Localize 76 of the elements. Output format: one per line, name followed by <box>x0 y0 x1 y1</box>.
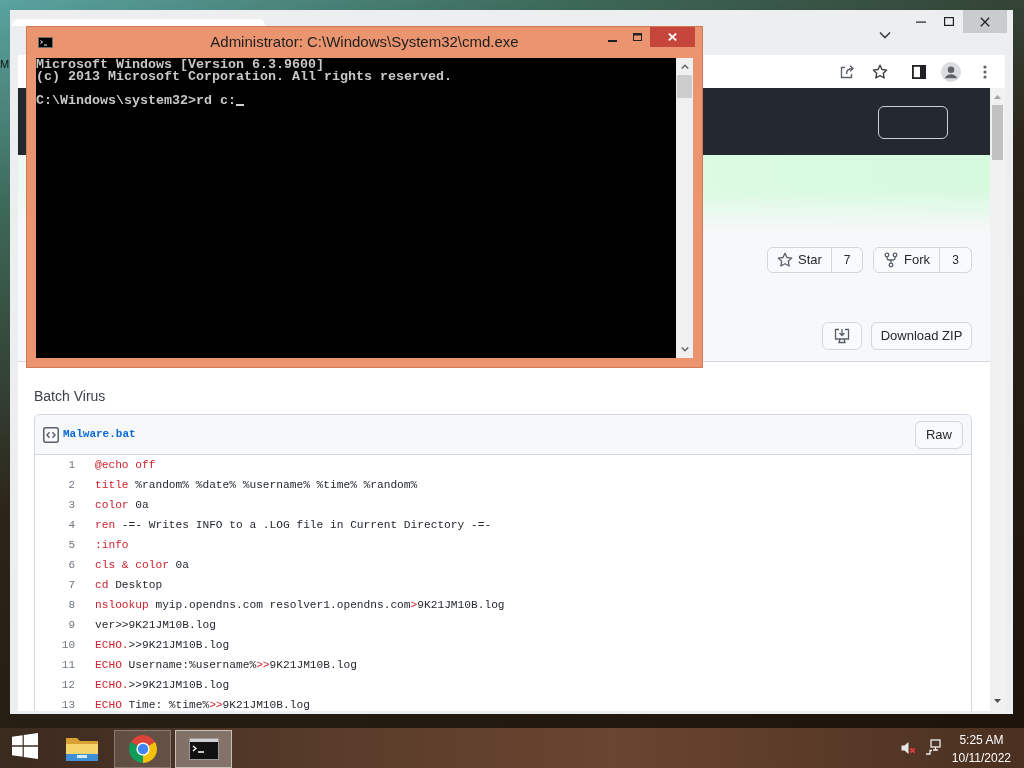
desktop-download-icon <box>834 328 850 344</box>
minimize-icon <box>916 20 926 23</box>
description-text: Batch Virus <box>34 387 106 406</box>
terminal-icon <box>38 37 53 48</box>
star-button[interactable]: Star <box>767 247 832 273</box>
line-number: 3 <box>68 497 75 513</box>
star-icon[interactable] <box>872 63 888 80</box>
code-line: ECHO Username:%username%>>9K21JM10B.log <box>95 657 357 673</box>
taskbar-button[interactable] <box>114 730 171 768</box>
line-number: 5 <box>68 537 75 553</box>
speaker-icon[interactable] <box>899 740 916 756</box>
scrollbar-track[interactable] <box>676 58 693 358</box>
code-line: :info <box>95 537 129 553</box>
minimize-icon <box>607 40 617 42</box>
code-line: ren -=- Writes INFO to a .LOG file in Current Directory -=- <box>95 517 492 533</box>
close-icon <box>980 16 990 27</box>
scroll-down-icon[interactable] <box>680 347 689 352</box>
scrollbar-thumb[interactable] <box>992 105 1003 160</box>
clock-date: 10/11/2022 <box>951 750 1011 767</box>
code-line: title %random% %date% %username% %time% %random% <box>95 477 418 493</box>
file-name-link[interactable]: Malware.bat <box>63 426 136 443</box>
code-icon <box>43 426 59 443</box>
line-number: 2 <box>68 477 75 493</box>
chevron-down-icon[interactable] <box>879 31 891 39</box>
scroll-up-icon[interactable] <box>680 64 689 69</box>
profile-icon[interactable] <box>941 61 961 82</box>
side-panel-icon[interactable] <box>912 64 926 79</box>
menu-icon[interactable] <box>983 64 987 79</box>
fork-button[interactable]: Fork <box>873 247 940 273</box>
line-number: 4 <box>68 517 75 533</box>
cut-off-text: M <box>0 59 10 70</box>
line-number: 7 <box>68 577 75 593</box>
close-icon <box>668 33 677 41</box>
star-icon <box>777 252 794 268</box>
clock-time: 5:25 AM <box>959 732 1004 749</box>
console-line: Microsoft Windows [Version 6.3.9600] <box>36 59 324 71</box>
close-button[interactable] <box>650 27 695 47</box>
share-icon[interactable] <box>839 63 855 80</box>
line-number: 9 <box>68 617 75 633</box>
line-number: 13 <box>61 697 75 711</box>
raw-button[interactable]: Raw <box>915 420 963 449</box>
scrollbar-thumb[interactable] <box>677 75 692 98</box>
line-number: 1 <box>68 457 75 473</box>
line-number: 10 <box>61 637 75 653</box>
code-line: ECHO.>>9K21JM10B.log <box>95 677 230 693</box>
console-line: (c) 2013 Microsoft Corporation. All rights reserved. <box>36 71 452 83</box>
line-number: 12 <box>61 677 75 693</box>
code-line: cd Desktop <box>95 577 163 593</box>
four-panes-icon <box>11 733 38 759</box>
text-cursor-icon <box>235 104 244 106</box>
code-line: ECHO.>>9K21JM10B.log <box>95 637 230 653</box>
code-line: color 0a <box>95 497 149 513</box>
terminal-icon <box>188 738 219 760</box>
code-line: cls & color 0a <box>95 557 189 573</box>
outlined-button[interactable] <box>878 106 948 139</box>
circle-logo-icon <box>127 734 158 764</box>
line-number: 11 <box>61 657 75 673</box>
star-count: 7 <box>832 247 863 273</box>
maximize-icon <box>944 17 954 26</box>
desktop-download-button[interactable] <box>822 322 862 350</box>
scrollbar-track[interactable] <box>990 88 1005 711</box>
download-zip-button[interactable]: Download ZIP <box>871 322 972 350</box>
prompt-text: C:\Windows\system32>rd c: <box>36 95 236 107</box>
window-title: Administrator: C:\Windows\System32\cmd.exe <box>210 32 519 52</box>
code-line: ECHO Time: %time%>>9K21JM10B.log <box>95 697 310 711</box>
line-number: 6 <box>68 557 75 573</box>
taskbar-button[interactable] <box>175 730 232 768</box>
scroll-down-icon[interactable] <box>994 699 1001 703</box>
code-line: ver>>9K21JM10B.log <box>95 617 216 633</box>
line-number: 8 <box>68 597 75 613</box>
fork-icon <box>883 252 899 268</box>
code-line: @echo off <box>95 457 156 473</box>
maximize-icon <box>632 33 642 41</box>
fork-count: 3 <box>940 247 972 273</box>
code-line: nslookup myip.opendns.com resolver1.opendns.com>9K21JM10B.log <box>95 597 505 613</box>
network-icon[interactable] <box>924 739 941 755</box>
